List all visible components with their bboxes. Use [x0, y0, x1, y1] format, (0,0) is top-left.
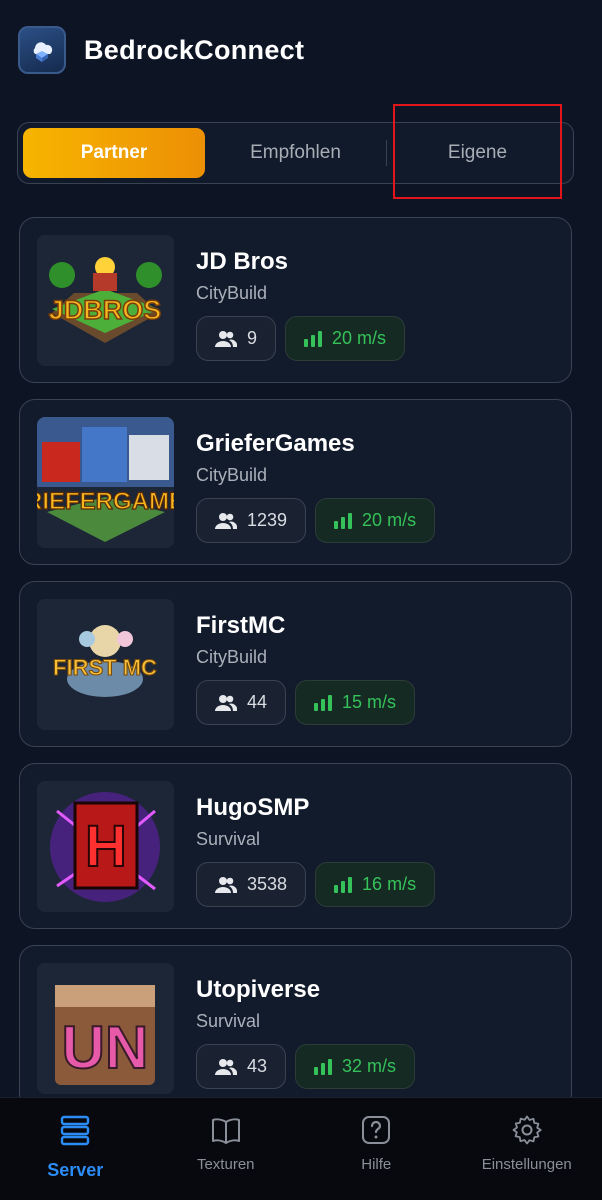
player-count-badge: 43 — [196, 1044, 287, 1089]
server-category: Survival — [196, 1011, 261, 1031]
ping-value: 32 m/s — [342, 1056, 397, 1076]
app-header: BedrockConnect — [0, 0, 602, 100]
book-icon — [211, 1118, 240, 1144]
signal-icon — [314, 694, 333, 711]
player-count-badge: 1239 — [196, 498, 307, 543]
signal-icon — [334, 512, 353, 529]
server-name: Utopiverse — [196, 976, 321, 1003]
server-card[interactable]: JDBROS JD Bros CityBuild 9 20 m/s — [19, 217, 572, 383]
nav-label: Server — [47, 1160, 104, 1180]
app-logo-icon — [18, 26, 66, 74]
server-logo: UN — [37, 963, 174, 1094]
server-category: CityBuild — [196, 283, 268, 303]
users-icon — [215, 876, 237, 893]
server-name: GrieferGames — [196, 430, 355, 457]
server-name: HugoSMP — [196, 794, 310, 821]
tab-empfohlen[interactable]: Empfohlen — [205, 128, 386, 178]
tab-partner[interactable]: Partner — [23, 128, 205, 178]
player-count: 1239 — [247, 510, 288, 530]
server-card[interactable]: UN Utopiverse Survival 43 32 m/s — [19, 945, 572, 1111]
users-icon — [215, 330, 237, 347]
users-icon — [215, 1058, 237, 1075]
server-logo: H — [37, 781, 174, 912]
player-count: 43 — [247, 1056, 268, 1076]
ping-badge: 32 m/s — [295, 1044, 416, 1089]
signal-icon — [314, 1058, 333, 1075]
ping-badge: 15 m/s — [295, 680, 416, 725]
nav-label: Texturen — [196, 1156, 255, 1173]
ping-badge: 20 m/s — [285, 316, 406, 361]
server-category: Survival — [196, 829, 261, 849]
tab-eigene[interactable]: Eigene — [387, 128, 568, 178]
server-logo: FIRST MC — [37, 599, 174, 730]
nav-item-einstellungen[interactable]: Einstellungen — [452, 1098, 602, 1200]
server-tabs: Partner Empfohlen Eigene — [17, 122, 574, 184]
server-name: FirstMC — [196, 612, 286, 639]
server-name: JD Bros — [196, 248, 289, 275]
users-icon — [215, 694, 237, 711]
player-count-badge: 44 — [196, 680, 287, 725]
server-card[interactable]: H HugoSMP Survival 3538 16 m/s — [19, 763, 572, 929]
player-count-badge: 3538 — [196, 862, 307, 907]
server-logo: JDBROS — [37, 235, 174, 366]
server-category: CityBuild — [196, 465, 268, 485]
nav-label: Einstellungen — [481, 1156, 572, 1173]
nav-item-texturen[interactable]: Texturen — [151, 1098, 302, 1200]
server-logo-text: UN — [62, 1014, 149, 1081]
player-count: 3538 — [247, 874, 288, 894]
server-category: CityBuild — [196, 647, 268, 667]
player-count: 9 — [247, 328, 258, 348]
server-logo-text: JDBROS — [49, 295, 162, 325]
users-icon — [215, 512, 237, 529]
server-icon — [61, 1115, 90, 1146]
gear-icon — [512, 1115, 542, 1145]
server-logo: RIEFERGAME — [37, 417, 174, 548]
nav-item-hilfe[interactable]: Hilfe — [301, 1098, 452, 1200]
bottom-nav: Server Texturen Hilfe Einstellungen — [0, 1097, 602, 1200]
ping-badge: 20 m/s — [315, 498, 436, 543]
server-logo-text: FIRST MC — [53, 655, 157, 680]
server-card[interactable]: FIRST MC FirstMC CityBuild 44 15 m/s — [19, 581, 572, 747]
ping-value: 20 m/s — [362, 510, 417, 530]
nav-label: Hilfe — [361, 1156, 392, 1173]
ping-badge: 16 m/s — [315, 862, 436, 907]
server-logo-text: H — [85, 814, 127, 879]
ping-value: 16 m/s — [362, 874, 417, 894]
ping-value: 20 m/s — [332, 328, 387, 348]
app-title: BedrockConnect — [84, 34, 305, 65]
server-logo-text: RIEFERGAME — [37, 488, 174, 515]
nav-item-server[interactable]: Server — [0, 1098, 151, 1200]
signal-icon — [304, 330, 323, 347]
player-count: 44 — [247, 692, 268, 712]
ping-value: 15 m/s — [342, 692, 397, 712]
server-card[interactable]: RIEFERGAME GrieferGames CityBuild 1239 2… — [19, 399, 572, 565]
server-list: JDBROS JD Bros CityBuild 9 20 m/s IEFERG… — [19, 217, 572, 1127]
help-icon — [362, 1116, 391, 1144]
signal-icon — [334, 876, 353, 893]
player-count-badge: 9 — [196, 316, 277, 361]
